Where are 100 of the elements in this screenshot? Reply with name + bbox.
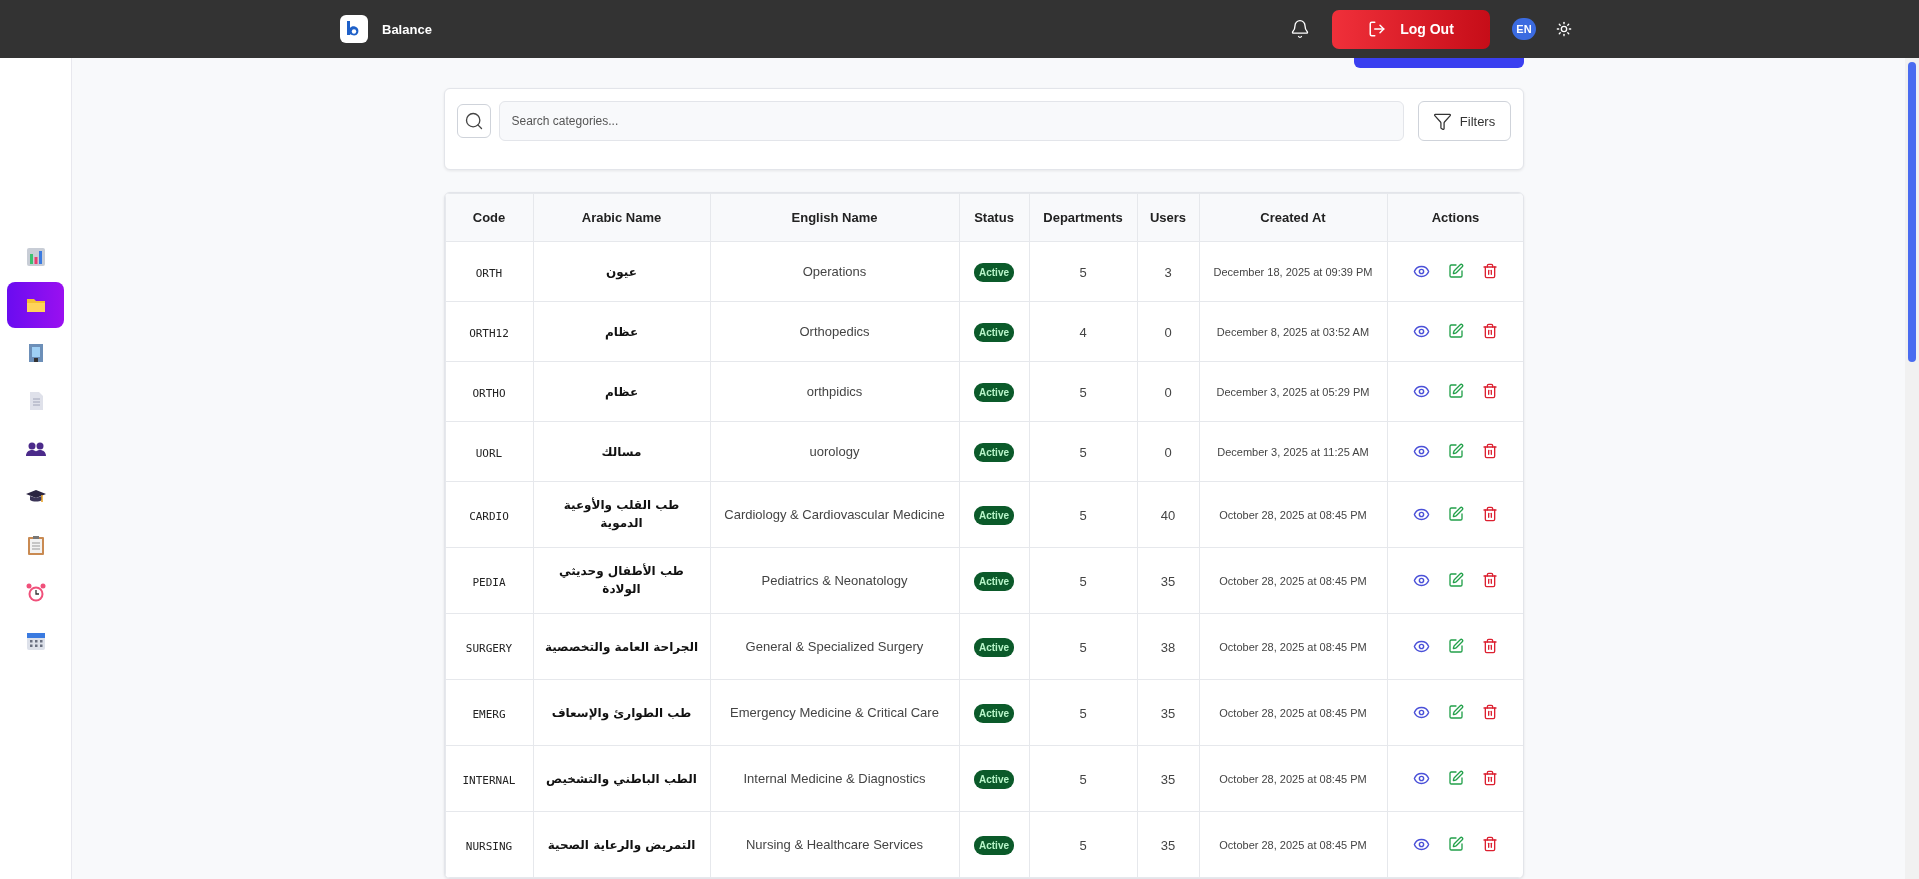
table-cell: 38 bbox=[1160, 639, 1176, 655]
table-cell: 4 bbox=[1079, 324, 1087, 340]
table-cell-text: مسالك bbox=[601, 443, 642, 461]
table-cell: General & Specialized Surgery bbox=[745, 638, 924, 654]
table-cell: عظام bbox=[604, 323, 639, 342]
edit-icon[interactable] bbox=[1448, 506, 1464, 523]
status-badge: Active bbox=[974, 571, 1014, 591]
table-cell: 40 bbox=[1160, 507, 1176, 523]
table-cell: CARDIO bbox=[469, 509, 509, 523]
table-cell: Operations bbox=[802, 263, 867, 279]
alarm-clock-icon bbox=[24, 582, 47, 604]
status-badge: Active bbox=[974, 382, 1014, 402]
table-cell: October 28, 2025 at 08:45 PM bbox=[1219, 575, 1367, 588]
notification-bell-icon[interactable] bbox=[1290, 19, 1310, 39]
table-cell: 5 bbox=[1079, 264, 1087, 280]
table-cell: 5 bbox=[1079, 771, 1087, 787]
table-cell: 0 bbox=[1164, 324, 1172, 340]
delete-icon[interactable] bbox=[1482, 770, 1498, 787]
table-cell: December 8, 2025 at 03:52 AM bbox=[1216, 326, 1370, 339]
edit-icon[interactable] bbox=[1448, 836, 1464, 853]
logout-button[interactable]: Log Out bbox=[1332, 9, 1490, 49]
view-icon[interactable] bbox=[1413, 383, 1430, 400]
status-badge: Active bbox=[974, 442, 1014, 462]
search-icon[interactable] bbox=[456, 104, 491, 138]
edit-icon[interactable] bbox=[1448, 383, 1464, 400]
table-cell: Internal Medicine & Diagnostics bbox=[743, 770, 926, 786]
view-icon[interactable] bbox=[1413, 263, 1430, 280]
edit-icon[interactable] bbox=[1448, 638, 1464, 655]
view-icon[interactable] bbox=[1413, 770, 1430, 787]
delete-icon[interactable] bbox=[1482, 383, 1498, 400]
column-header: Users bbox=[1137, 193, 1199, 242]
table-cell: UORL bbox=[475, 446, 503, 460]
table-cell: ORTH12 bbox=[469, 326, 509, 340]
table-cell: التمريض والرعاية الصحية bbox=[547, 836, 696, 855]
status-badge: Active bbox=[974, 322, 1014, 342]
edit-icon[interactable] bbox=[1448, 263, 1464, 280]
table-cell: الجراحة العامة والتخصصية bbox=[544, 638, 699, 657]
table-cell: October 28, 2025 at 08:45 PM bbox=[1219, 707, 1367, 720]
table-cell: October 28, 2025 at 08:45 PM bbox=[1219, 773, 1367, 786]
delete-icon[interactable] bbox=[1482, 704, 1498, 721]
column-header: Arabic Name bbox=[533, 193, 710, 242]
filter-icon bbox=[1432, 111, 1452, 131]
table-cell: عيون bbox=[606, 263, 637, 282]
table-cell: طب الطوارئ والإسعاف bbox=[551, 704, 692, 723]
view-icon[interactable] bbox=[1413, 704, 1430, 721]
delete-icon[interactable] bbox=[1482, 836, 1498, 853]
table-cell: Emergency Medicine & Critical Care bbox=[730, 704, 939, 720]
language-button[interactable]: EN bbox=[1512, 18, 1536, 40]
table-cell: 35 bbox=[1160, 771, 1176, 787]
table-cell: 5 bbox=[1079, 837, 1087, 853]
scrollbar-thumb[interactable] bbox=[1908, 62, 1916, 362]
column-header: Actions bbox=[1387, 193, 1523, 242]
view-icon[interactable] bbox=[1413, 572, 1430, 589]
view-icon[interactable] bbox=[1413, 506, 1430, 523]
table-cell: Cardiology & Cardiovascular Medicine bbox=[724, 506, 945, 522]
delete-icon[interactable] bbox=[1482, 323, 1498, 340]
column-header: Code bbox=[445, 193, 533, 242]
table-cell: 5 bbox=[1079, 384, 1087, 400]
delete-icon[interactable] bbox=[1482, 638, 1498, 655]
table-cell: 0 bbox=[1164, 444, 1172, 460]
delete-icon[interactable] bbox=[1482, 506, 1498, 523]
table-cell: 3 bbox=[1164, 264, 1172, 280]
table-cell: 0 bbox=[1164, 384, 1172, 400]
table-cell: SURGERY bbox=[465, 641, 513, 655]
table-cell: EMERG bbox=[472, 707, 506, 721]
table-cell: PEDIA bbox=[472, 575, 506, 589]
table-cell: ORTHO bbox=[472, 386, 506, 400]
logout-icon bbox=[1368, 20, 1387, 38]
view-icon[interactable] bbox=[1413, 836, 1430, 853]
bar-chart-icon bbox=[24, 246, 47, 268]
theme-toggle-icon[interactable] bbox=[1556, 21, 1572, 37]
brand-name: Balance bbox=[382, 21, 432, 37]
view-icon[interactable] bbox=[1413, 638, 1430, 655]
filters-button[interactable]: Filters bbox=[1417, 101, 1511, 141]
scrollbar[interactable] bbox=[1905, 58, 1919, 879]
status-badge: Active bbox=[974, 769, 1014, 789]
table-cell: ORTH bbox=[475, 266, 503, 280]
table-cell: December 3, 2025 at 05:29 PM bbox=[1216, 386, 1370, 399]
column-header: Departments bbox=[1029, 193, 1137, 242]
column-header: Status bbox=[959, 193, 1029, 242]
edit-icon[interactable] bbox=[1448, 704, 1464, 721]
delete-icon[interactable] bbox=[1482, 572, 1498, 589]
delete-icon[interactable] bbox=[1482, 263, 1498, 280]
search-field[interactable]: Search categories... bbox=[498, 101, 1404, 141]
table-cell-text: طب الأطفال وحديثي الولادة bbox=[558, 563, 685, 598]
table-cell: 5 bbox=[1079, 573, 1087, 589]
delete-icon[interactable] bbox=[1482, 443, 1498, 460]
edit-icon[interactable] bbox=[1448, 443, 1464, 460]
view-icon[interactable] bbox=[1413, 443, 1430, 460]
table-cell: الطب الباطني والتشخيص bbox=[546, 770, 697, 789]
view-icon[interactable] bbox=[1413, 323, 1430, 340]
edit-icon[interactable] bbox=[1448, 770, 1464, 787]
column-header: Created At bbox=[1199, 193, 1387, 242]
edit-icon[interactable] bbox=[1448, 572, 1464, 589]
table-cell: INTERNAL bbox=[462, 773, 516, 787]
table-cell: 5 bbox=[1079, 705, 1087, 721]
table-cell: 5 bbox=[1079, 639, 1087, 655]
table-cell: 35 bbox=[1160, 837, 1176, 853]
edit-icon[interactable] bbox=[1448, 323, 1464, 340]
status-badge: Active bbox=[974, 505, 1014, 525]
